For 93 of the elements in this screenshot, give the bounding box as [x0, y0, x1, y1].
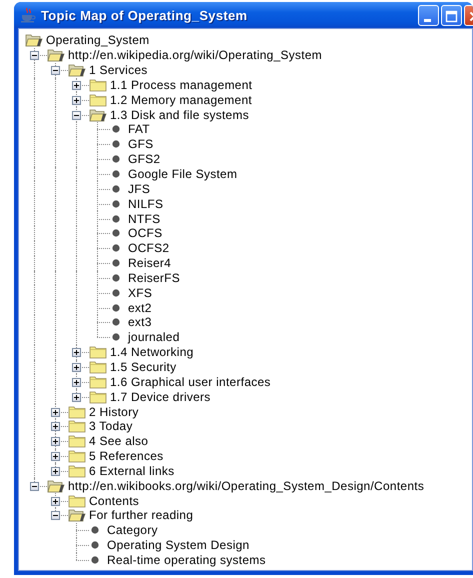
expand-icon[interactable] [72, 348, 81, 358]
folder-icon [68, 434, 86, 448]
folder-icon [68, 419, 86, 434]
tree-item[interactable]: ext3 [128, 315, 152, 330]
tree-item[interactable]: For further reading [89, 508, 194, 522]
folder-icon [89, 345, 107, 360]
tree-item[interactable]: OCFS2 [128, 241, 170, 256]
bullet-icon [112, 155, 120, 164]
expand-icon[interactable] [51, 437, 60, 446]
tree-item[interactable]: 6 External links [89, 464, 174, 478]
bullet-icon [112, 214, 120, 223]
bullet-icon [112, 288, 120, 297]
expand-icon[interactable] [72, 96, 81, 105]
bullet-icon [112, 140, 120, 148]
tree-item[interactable]: FAT [128, 122, 150, 136]
tree-item[interactable]: Operating_System [46, 33, 150, 48]
bullet-icon [112, 304, 120, 312]
tree-item[interactable]: 2 History [89, 404, 139, 419]
bullet-icon [91, 526, 99, 534]
folder-icon [68, 449, 86, 464]
folder-icon [68, 494, 86, 508]
tree-item[interactable]: Reiser4 [128, 256, 172, 270]
tree-item[interactable]: ReiserFS [128, 270, 180, 285]
bullet-icon [112, 333, 120, 342]
tree-item[interactable]: Contents [89, 494, 140, 508]
bullet-icon [112, 170, 120, 178]
bullet-icon [91, 541, 99, 550]
bullet-icon [112, 184, 120, 193]
tree-item[interactable]: Category [107, 523, 158, 538]
bullet-icon [112, 274, 120, 282]
coffee-cup-icon [20, 7, 36, 23]
bullet-icon [112, 200, 120, 208]
folder-icon [68, 464, 86, 478]
expand-icon[interactable] [51, 496, 60, 506]
window-title: Topic Map of Operating_System [41, 8, 248, 22]
folder-icon [89, 360, 107, 374]
expand-icon[interactable] [51, 422, 60, 432]
tree-item[interactable]: JFS [128, 182, 150, 196]
tree-item[interactable]: Real-time operating systems [107, 552, 266, 567]
tree-item[interactable]: 1.4 Networking [110, 345, 194, 360]
tree-item[interactable]: GFS [128, 137, 154, 152]
open-folder-icon [47, 48, 65, 62]
expand-icon[interactable] [72, 80, 81, 90]
folder-icon [68, 404, 86, 419]
tree-item[interactable]: 1.1 Process management [110, 78, 252, 92]
tree-item[interactable]: http://en.wikibooks.org/wiki/Operating_System_Design/Contents [68, 478, 424, 493]
tree-item[interactable]: 5 References [89, 449, 164, 464]
minimize-button[interactable] [418, 4, 439, 26]
bullet-icon [112, 318, 120, 326]
tree-item[interactable]: NTFS [128, 212, 160, 226]
collapse-icon[interactable] [72, 110, 81, 120]
tree-item[interactable]: 1.2 Memory management [110, 92, 252, 107]
expand-icon[interactable] [51, 408, 60, 417]
expand-icon[interactable] [72, 392, 81, 402]
open-folder-icon [68, 508, 86, 522]
tree-item[interactable]: http://en.wikipedia.org/wiki/Operating_System [68, 48, 322, 62]
tree-item[interactable]: OCFS [128, 226, 162, 240]
bullet-icon [112, 229, 120, 238]
tree-item[interactable]: Google File System [128, 167, 238, 182]
collapse-icon[interactable] [51, 66, 60, 76]
tree-item[interactable]: 1.5 Security [110, 360, 176, 374]
expand-icon[interactable] [72, 362, 81, 372]
tree-item[interactable]: GFS2 [128, 152, 160, 166]
tree-item[interactable]: 3 Today [89, 419, 133, 434]
tree-item[interactable]: 4 See also [89, 434, 148, 448]
folder-icon [89, 390, 107, 404]
folder-icon [89, 374, 107, 389]
open-folder-icon [47, 478, 65, 493]
collapse-icon[interactable] [30, 51, 39, 60]
open-folder-icon [68, 63, 86, 78]
tree-item[interactable]: 1.3 Disk and file systems [110, 108, 249, 122]
tree-item[interactable]: ext2 [128, 300, 152, 315]
tree-item[interactable]: 1.7 Device drivers [110, 390, 211, 404]
expand-icon[interactable] [72, 378, 81, 387]
folder-icon [89, 92, 107, 107]
bullet-icon [91, 556, 99, 564]
tree-item[interactable]: 1.6 Graphical user interfaces [110, 374, 271, 389]
expand-icon[interactable] [51, 452, 60, 462]
tree-item[interactable]: journaled [128, 330, 180, 344]
collapse-icon[interactable] [51, 511, 60, 520]
bullet-icon [112, 125, 120, 134]
tree-item[interactable]: 1 Services [89, 63, 148, 78]
collapse-icon[interactable] [30, 482, 39, 491]
tree-item[interactable]: Operating System Design [107, 538, 250, 552]
open-folder-icon [89, 108, 107, 122]
tree-item[interactable]: NILFS [128, 196, 164, 211]
bullet-icon [112, 244, 120, 252]
bullet-icon [112, 259, 120, 268]
folder-icon [89, 78, 107, 92]
minimize-icon [424, 18, 431, 22]
maximize-button[interactable] [441, 4, 462, 26]
tree-item[interactable]: XFS [128, 286, 152, 300]
expand-icon[interactable] [51, 466, 60, 476]
